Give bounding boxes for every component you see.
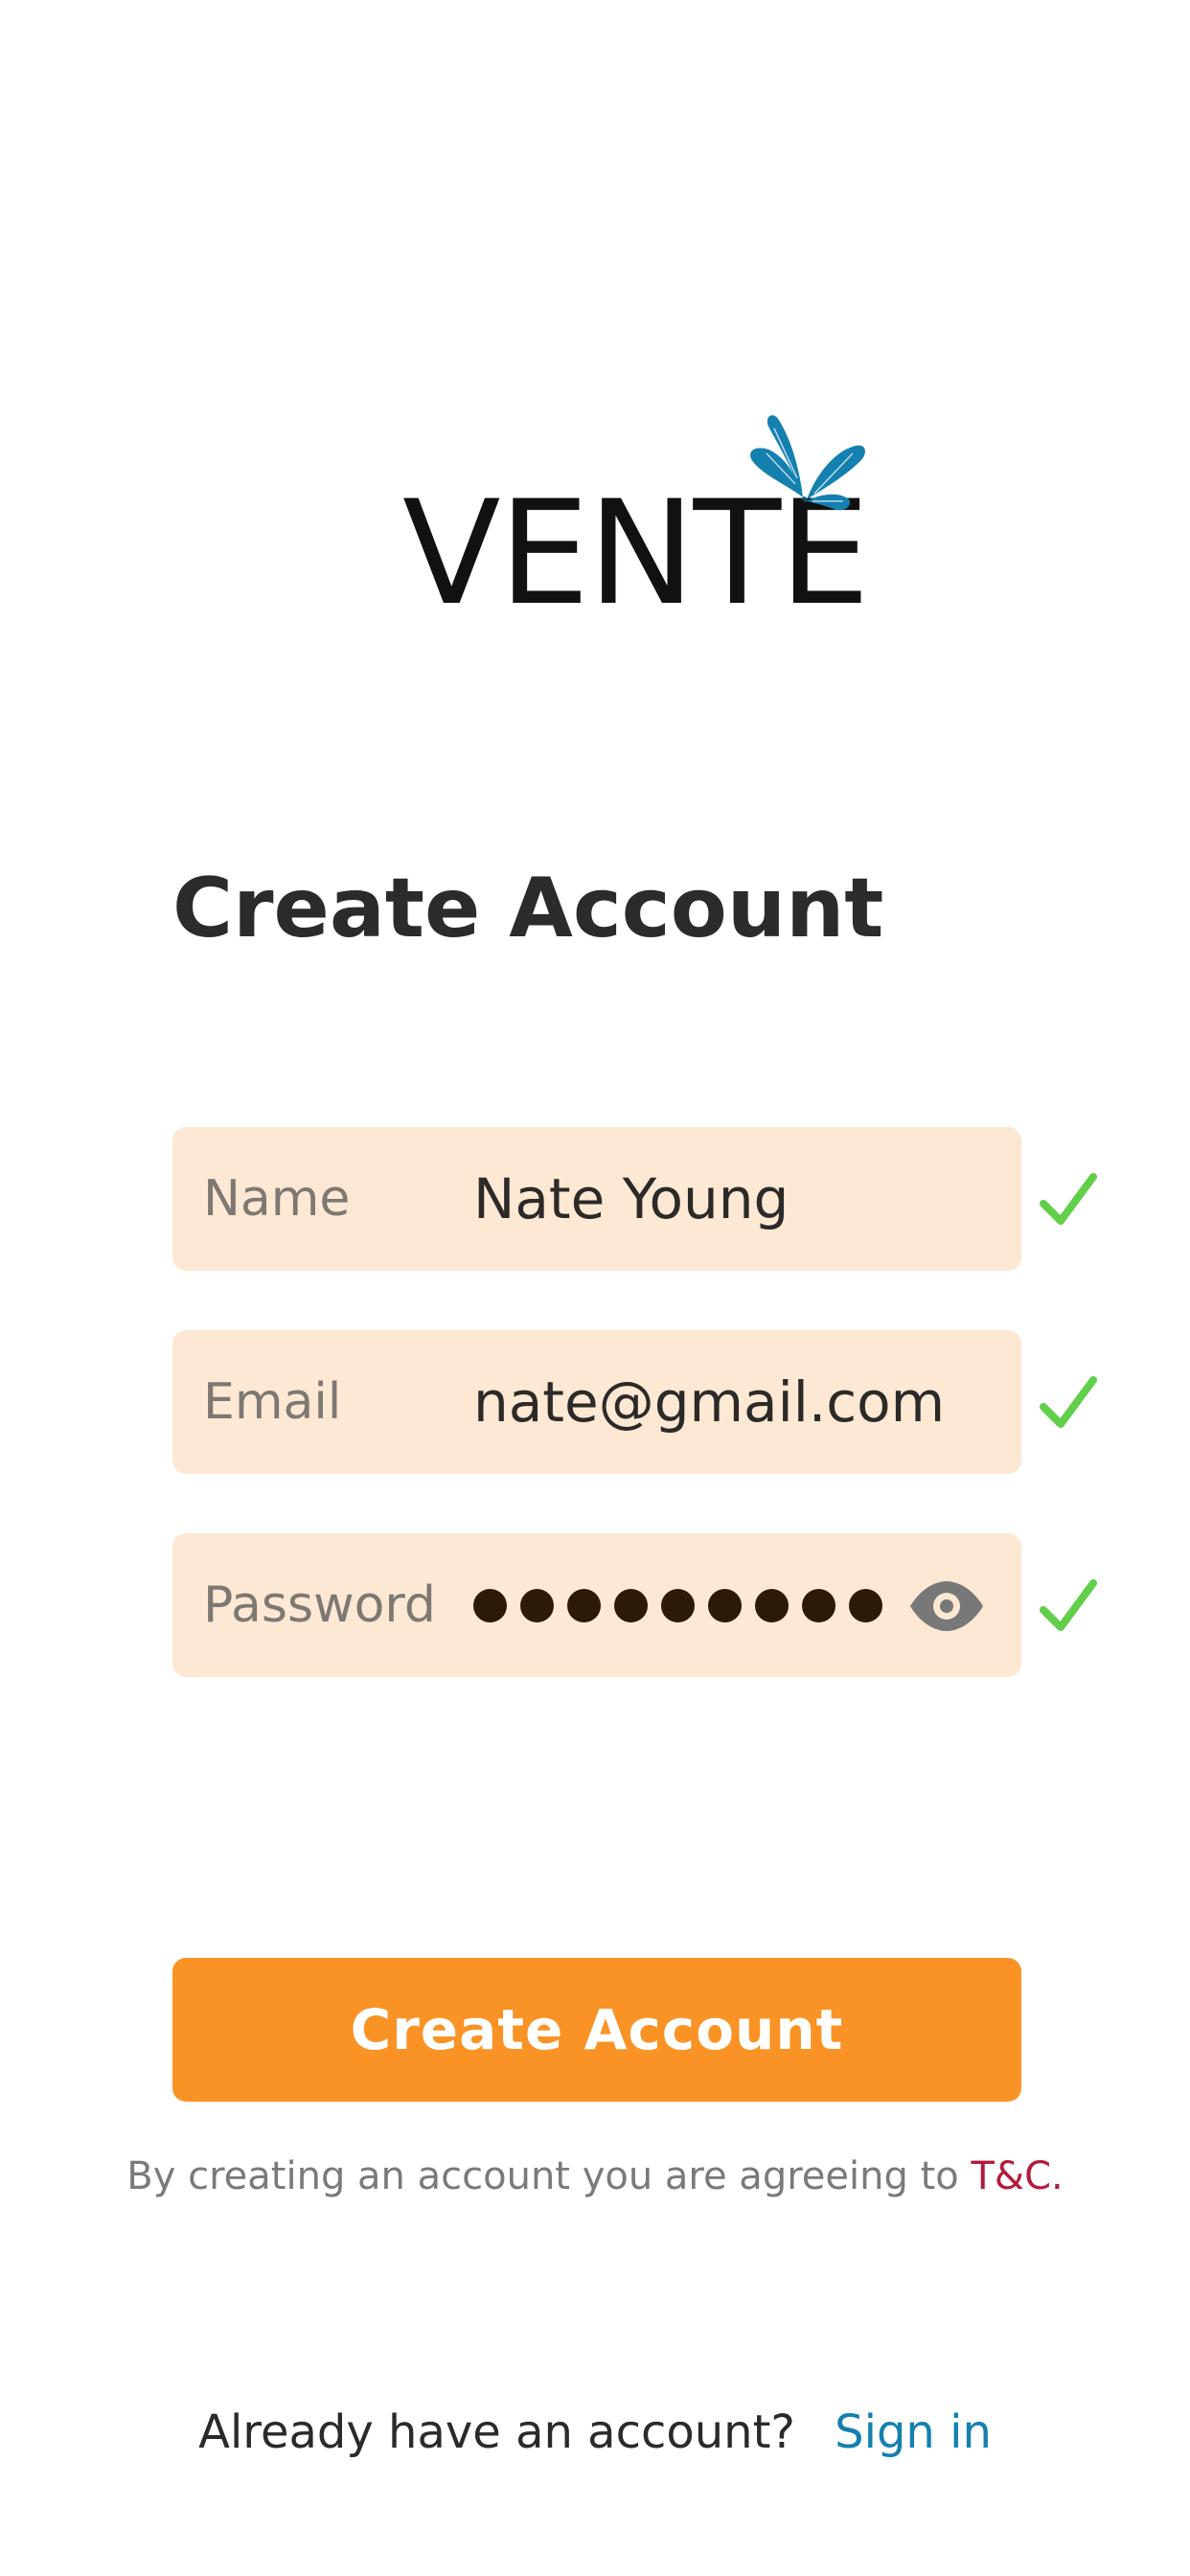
butterfly-icon	[750, 415, 865, 511]
password-mask-dot	[661, 1588, 695, 1622]
app-logo: VENTE	[402, 407, 881, 628]
name-field[interactable]: Name	[172, 1127, 1021, 1271]
signin-prompt: Already have an account? Sign in	[0, 2405, 1190, 2459]
email-input[interactable]	[473, 1330, 972, 1474]
password-mask-dot	[708, 1588, 742, 1622]
password-mask-dot	[755, 1588, 789, 1622]
password-mask-dot	[802, 1588, 835, 1622]
signin-question: Already have an account?	[198, 2405, 795, 2459]
signin-link[interactable]: Sign in	[835, 2405, 992, 2459]
password-mask-dot	[520, 1588, 554, 1622]
password-mask-dot	[473, 1588, 507, 1622]
password-field[interactable]: Password	[172, 1533, 1021, 1677]
check-icon	[1040, 1173, 1097, 1225]
terms-message: By creating an account you are agreeing …	[126, 2154, 959, 2198]
password-field-label: Password	[203, 1576, 436, 1634]
create-account-button[interactable]: Create Account	[172, 1958, 1021, 2102]
page-title: Create Account	[172, 861, 884, 956]
password-input[interactable]	[473, 1533, 882, 1677]
email-field[interactable]: Email	[172, 1330, 1021, 1474]
email-field-label: Email	[203, 1373, 342, 1431]
password-mask-dot	[849, 1588, 882, 1622]
name-field-label: Name	[203, 1170, 351, 1228]
check-icon	[1040, 1579, 1097, 1631]
terms-link[interactable]: T&C.	[971, 2154, 1063, 2198]
terms-text: By creating an account you are agreeing …	[0, 2154, 1190, 2198]
password-mask-dot	[567, 1588, 601, 1622]
eye-icon[interactable]	[908, 1577, 985, 1635]
name-input[interactable]	[473, 1127, 972, 1271]
password-mask-dot	[614, 1588, 648, 1622]
check-icon	[1040, 1376, 1097, 1428]
